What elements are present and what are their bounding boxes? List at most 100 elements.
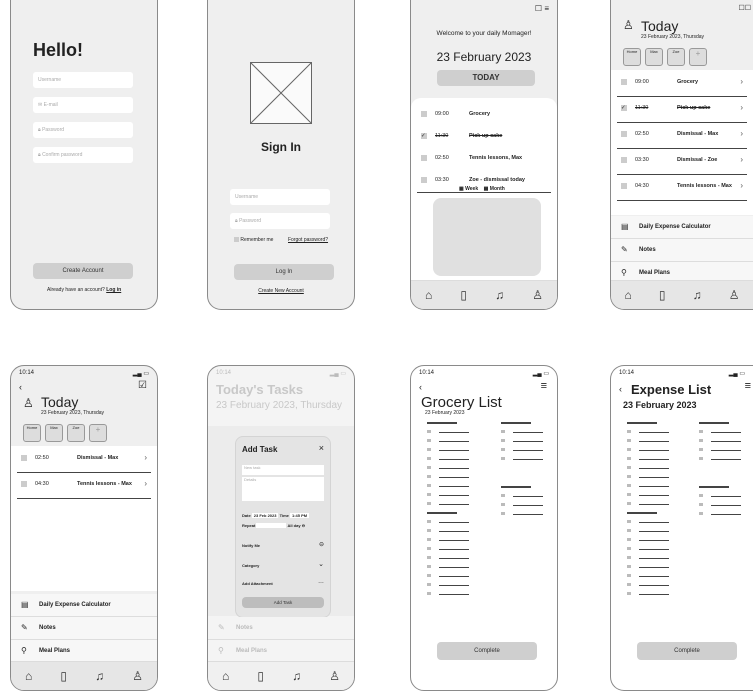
close-icon[interactable]: × — [319, 443, 324, 453]
back-icon[interactable]: ‹ — [19, 382, 22, 392]
task-row[interactable]: 02:50 Dismissal - Max › — [17, 448, 151, 473]
profile-icon[interactable]: ♙ — [132, 669, 143, 683]
list-item-line — [439, 522, 469, 523]
list-item-line — [513, 459, 543, 460]
bell-icon[interactable]: ♫ — [495, 288, 504, 302]
task-name: Grocery — [677, 79, 699, 85]
password-field[interactable]: 🔒︎ Password — [33, 122, 133, 138]
menu-expense[interactable]: ▤ Daily Expense Calculator — [11, 594, 157, 617]
month-toggle[interactable]: ▦ Month — [484, 186, 505, 192]
list-item-line — [639, 576, 669, 577]
create-account-button[interactable]: Create Account — [33, 263, 133, 279]
avatar-zoe[interactable]: Zoe — [67, 424, 85, 442]
avatar-home[interactable]: Home — [23, 424, 41, 442]
confirm-password-field[interactable]: 🔒︎ Confirm password — [33, 147, 133, 163]
task-checkbox[interactable] — [421, 111, 427, 117]
complete-button[interactable]: Complete — [637, 642, 737, 660]
profile-icon[interactable]: ♙ — [532, 288, 543, 302]
bell-icon[interactable]: ♫ — [693, 288, 702, 302]
signal-icon: ▂▄ ▭ — [132, 371, 149, 377]
menu-icon[interactable]: ≡ — [544, 4, 549, 13]
task-checkbox[interactable] — [21, 455, 27, 461]
book-icon[interactable]: ▯ — [257, 669, 264, 683]
edit-icon[interactable]: ☑ — [138, 380, 147, 391]
task-checkbox[interactable] — [421, 177, 427, 183]
avatar-zoe[interactable]: Zoe — [667, 48, 685, 66]
grocery-screen: 10:14 ▂▄ ▭ ‹ ≡ Grocery List 23 February 2… — [410, 365, 558, 691]
home-icon[interactable]: ⌂ — [222, 669, 229, 683]
task-checkbox[interactable] — [621, 79, 627, 85]
task-row[interactable]: 03:30 Dismissal - Zoe › — [617, 150, 747, 175]
avatar-home[interactable]: Home — [623, 48, 641, 66]
add-member-button[interactable]: + — [689, 48, 707, 66]
tasks-title: Today's Tasks — [216, 382, 304, 397]
menu-notes[interactable]: ✎ Notes — [611, 239, 753, 262]
task-row[interactable]: 04:30 Tennis lessons - Max › — [617, 176, 747, 201]
home-icon[interactable]: ⌂ — [625, 288, 632, 302]
book-icon[interactable]: ▯ — [60, 669, 67, 683]
task-checkbox[interactable] — [621, 183, 627, 189]
expense-screen: 10:14 ▂▄ ▭ ‹ ≡ Expense List 23 February 2… — [610, 365, 753, 691]
profile-icon[interactable]: ♙ — [329, 669, 340, 683]
time-value[interactable]: 1:45 PM — [290, 513, 310, 518]
avatar-max[interactable]: Max — [45, 424, 63, 442]
create-new-account-link[interactable]: Create New Account — [208, 288, 354, 294]
add-member-button[interactable]: + — [89, 424, 107, 442]
forgot-password-link[interactable]: Forgot password? — [288, 237, 328, 243]
task-checkbox[interactable] — [21, 481, 27, 487]
task-row[interactable]: 09:00 Grocery › — [617, 72, 747, 97]
menu-expense[interactable]: ▤ Daily Expense Calculator — [611, 216, 753, 239]
task-checkbox[interactable] — [621, 131, 627, 137]
task-checkbox-checked[interactable]: ✓ — [621, 105, 627, 111]
home-icon[interactable]: ⌂ — [425, 288, 432, 302]
image-placeholder-icon — [250, 62, 312, 124]
menu-notes[interactable]: ✎ Notes — [11, 617, 157, 640]
username-field[interactable]: Username — [33, 72, 133, 88]
email-field[interactable]: ✉ E-mail — [33, 97, 133, 113]
repeat-select[interactable] — [256, 523, 287, 529]
task-time: 02:50 — [435, 155, 449, 161]
task-row[interactable]: 02:50 Tennis lessons, Max — [417, 148, 551, 171]
details-input[interactable]: Details — [242, 477, 324, 501]
task-checkbox[interactable] — [421, 155, 427, 161]
task-row[interactable]: ✓ 11:30 Pick up cake › — [617, 98, 747, 123]
menu-notes[interactable]: ✎ Notes — [208, 617, 354, 640]
login-link[interactable]: Log in — [106, 287, 121, 293]
menu-label: Notes — [39, 625, 56, 631]
task-row[interactable]: 09:00 Grocery — [417, 104, 551, 127]
book-icon[interactable]: ▯ — [659, 288, 666, 302]
list-item-line — [439, 495, 469, 496]
allday-toggle[interactable]: ⊖ — [302, 523, 305, 528]
more-icon[interactable]: … — [318, 579, 324, 585]
notify-toggle[interactable]: ⊖ — [319, 541, 324, 548]
date-value[interactable]: 23 Feb 2023 — [251, 513, 279, 518]
week-toggle[interactable]: ▦ Week — [459, 186, 478, 192]
task-row[interactable]: 04:30 Tennis lessons - Max › — [17, 474, 151, 499]
menu-meals[interactable]: ⚲ Meal Plans — [11, 640, 157, 663]
complete-button[interactable]: Complete — [437, 642, 537, 660]
bell-icon[interactable]: ♫ — [95, 669, 104, 683]
menu-meals[interactable]: ⚲ Meal Plans — [208, 640, 354, 663]
edit-icon[interactable]: ☐ — [535, 4, 542, 13]
task-row[interactable]: ✓ 11:30 Pick up cake — [417, 126, 551, 149]
list-header-line — [699, 422, 729, 424]
task-checkbox-checked[interactable]: ✓ — [421, 133, 427, 139]
lock-icon: 🔒︎ — [235, 218, 238, 224]
task-checkbox[interactable] — [621, 157, 627, 163]
bell-icon[interactable]: ♫ — [292, 669, 301, 683]
new-task-input[interactable]: New task — [242, 465, 324, 475]
task-row[interactable]: 02:50 Dismissal - Max › — [617, 124, 747, 149]
profile-icon[interactable]: ♙ — [729, 288, 740, 302]
home-icon[interactable]: ⌂ — [25, 669, 32, 683]
tasks-date: 23 February 2023, Thursday — [216, 400, 343, 411]
login-button[interactable]: Log In — [234, 264, 334, 280]
username-field[interactable]: Username — [230, 189, 330, 205]
remember-checkbox[interactable] — [234, 237, 239, 243]
chevron-down-icon[interactable]: ⌄ — [318, 560, 324, 568]
add-task-button[interactable]: Add Task — [242, 597, 324, 608]
edit-icon[interactable]: ☐☐ — [738, 4, 751, 12]
today-button[interactable]: TODAY — [437, 70, 535, 86]
password-field[interactable]: 🔒︎ Password — [230, 213, 330, 229]
avatar-max[interactable]: Max — [645, 48, 663, 66]
book-icon[interactable]: ▯ — [460, 288, 467, 302]
